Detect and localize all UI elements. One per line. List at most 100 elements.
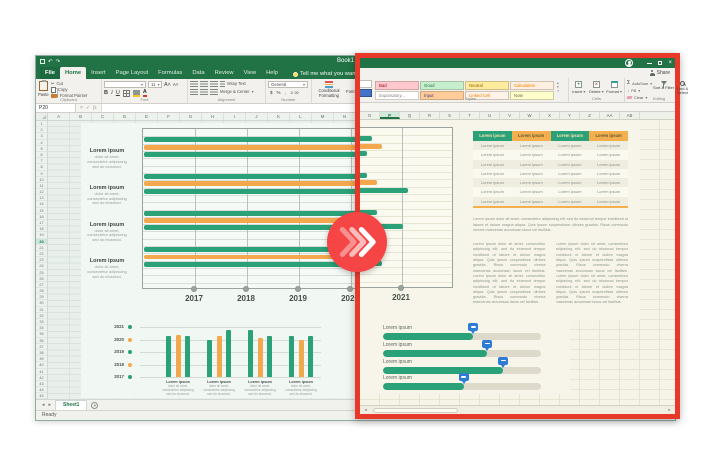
cell-style-neutral[interactable]: Neutral xyxy=(465,81,509,90)
confirm-entry-icon[interactable]: ✓ xyxy=(86,105,90,111)
menu-tab-file[interactable]: File xyxy=(40,67,60,79)
sort-filter-button[interactable]: Sort & Filter xyxy=(653,79,674,96)
align-top-icon[interactable] xyxy=(190,81,198,87)
menu-tab-data[interactable]: Data xyxy=(187,67,209,79)
conditional-formatting-button[interactable]: Conditional Formatting xyxy=(314,80,344,97)
delete-cells-button[interactable]: × Delete ▾ xyxy=(589,79,605,96)
gallery-more-icon[interactable]: ≡ xyxy=(557,89,559,93)
sheet-tab[interactable]: Sheet1 xyxy=(55,400,88,410)
save-icon[interactable] xyxy=(40,59,45,64)
font-size-select[interactable]: 11 ▾ xyxy=(148,81,162,88)
column-header-W[interactable]: W xyxy=(520,112,540,119)
paste-button[interactable]: Paste xyxy=(38,80,49,97)
row-header-45[interactable]: 45 xyxy=(36,393,47,399)
formula-bar-after[interactable] xyxy=(360,103,675,112)
column-header-K[interactable]: K xyxy=(268,113,290,120)
column-header-G[interactable]: G xyxy=(180,113,202,120)
menu-tab-page-layout[interactable]: Page Layout xyxy=(111,67,154,79)
column-header-A[interactable]: A xyxy=(48,113,70,120)
column-header-Y[interactable]: Y xyxy=(560,112,580,119)
bold-icon[interactable]: B xyxy=(104,90,108,96)
column-header-O[interactable]: O xyxy=(360,112,380,119)
find-select-button[interactable]: Find & Select xyxy=(674,79,691,96)
column-header-F[interactable]: F xyxy=(158,113,180,120)
menu-tab-formulas[interactable]: Formulas xyxy=(153,67,187,79)
column-header-P[interactable]: P xyxy=(380,112,400,119)
column-header-B[interactable]: B xyxy=(70,113,92,120)
column-header-M[interactable]: M xyxy=(312,113,334,120)
menu-tab-home[interactable]: Home xyxy=(60,67,87,79)
align-middle-icon[interactable] xyxy=(200,81,208,87)
borders-icon[interactable] xyxy=(122,89,130,97)
select-all-corner[interactable] xyxy=(36,113,48,120)
format-cells-button[interactable]: Format ▾ xyxy=(606,79,622,96)
insert-cells-button[interactable]: + Insert ▾ xyxy=(571,79,587,96)
column-chart-object[interactable]: 2021 2020 2019 2018 2017 Lorem ipsum dolor sit… xyxy=(106,323,331,399)
column-header-D[interactable]: D xyxy=(114,113,136,120)
align-bottom-icon[interactable] xyxy=(210,81,218,87)
scrollbar-thumb[interactable] xyxy=(373,407,458,413)
menu-tab-review[interactable]: Review xyxy=(210,67,239,79)
italic-icon[interactable]: I xyxy=(111,90,113,96)
column-header-AA[interactable]: AA xyxy=(600,112,620,119)
cancel-entry-icon[interactable]: × xyxy=(80,105,83,111)
currency-icon[interactable]: $ xyxy=(270,90,273,96)
merge-center-button[interactable]: Merge & Center ▾ xyxy=(220,89,254,95)
column-header-T[interactable]: T xyxy=(460,112,480,119)
align-right-icon[interactable] xyxy=(210,88,218,95)
scroll-left-icon[interactable]: ◂ xyxy=(361,406,370,414)
cell-style-partial-white[interactable] xyxy=(360,80,372,88)
column-header-Z[interactable]: Z xyxy=(580,112,600,119)
close-icon[interactable]: × xyxy=(668,60,672,66)
column-header-N[interactable]: N xyxy=(334,113,356,120)
grow-font-icon[interactable]: A˄ xyxy=(164,82,171,88)
sheet-area-after[interactable]: 20172018201920202021Lorem ipsumdolor sit… xyxy=(360,120,675,405)
column-header-R[interactable]: R xyxy=(420,112,440,119)
autosum-button[interactable]: Σ AutoSum ▾ xyxy=(627,81,653,87)
comma-icon[interactable]: , xyxy=(285,90,286,96)
sheet-nav-right-icon[interactable]: ▸ xyxy=(49,402,52,408)
column-header-C[interactable]: C xyxy=(92,113,114,120)
column-header-Q[interactable]: Q xyxy=(400,112,420,119)
align-center-icon[interactable] xyxy=(200,88,208,95)
progress-marker-pin[interactable] xyxy=(468,323,479,334)
progress-marker-pin[interactable] xyxy=(482,339,493,351)
sheet-nav-left-icon[interactable]: ◂ xyxy=(42,402,45,408)
column-header-AB[interactable]: AB xyxy=(620,112,640,119)
cell-style-partial-blue[interactable] xyxy=(360,89,372,97)
fill-button[interactable]: ↓ Fill ▾ xyxy=(627,88,653,94)
font-name-select[interactable]: ▾ xyxy=(104,81,146,88)
minimize-icon[interactable] xyxy=(647,62,653,64)
title-bar-after[interactable]: × xyxy=(360,58,675,68)
shrink-font-icon[interactable]: A˅ xyxy=(173,82,179,88)
add-sheet-icon[interactable]: + xyxy=(91,401,99,409)
percent-icon[interactable]: % xyxy=(277,90,281,96)
redo-icon[interactable]: ↷ xyxy=(56,59,61,65)
progress-bars-object[interactable]: Lorem ipsum Lorem ipsum Lorem ipsum Lorem i… xyxy=(360,120,675,405)
maximize-icon[interactable] xyxy=(658,61,663,65)
menu-tab-view[interactable]: View xyxy=(239,67,261,79)
align-left-icon[interactable] xyxy=(190,88,198,95)
font-color-icon[interactable]: A xyxy=(142,89,147,97)
account-avatar[interactable] xyxy=(625,59,633,67)
menu-tab-help[interactable]: Help xyxy=(261,67,283,79)
progress-marker-pin[interactable] xyxy=(498,356,509,368)
scroll-right-icon[interactable]: ▸ xyxy=(665,406,674,414)
cell-style-good[interactable]: Good xyxy=(420,81,464,90)
column-header-L[interactable]: L xyxy=(290,113,312,120)
insert-function-icon[interactable]: fx xyxy=(93,106,97,111)
column-header-V[interactable]: V xyxy=(500,112,520,119)
cell-style-bad[interactable]: Bad xyxy=(375,81,419,90)
underline-icon[interactable]: U xyxy=(116,90,120,96)
share-button[interactable]: Share xyxy=(649,70,670,76)
cell-style-calculation[interactable]: Calculation xyxy=(510,81,554,90)
menu-tab-insert[interactable]: Insert xyxy=(86,67,111,79)
column-header-S[interactable]: S xyxy=(440,112,460,119)
fill-color-icon[interactable] xyxy=(132,89,140,97)
wrap-text-button[interactable]: Wrap Text xyxy=(220,81,246,87)
column-header-H[interactable]: H xyxy=(202,113,224,120)
decimal-icons[interactable]: .0 .00 xyxy=(290,90,299,96)
column-header-U[interactable]: U xyxy=(480,112,500,119)
name-box[interactable]: P20 xyxy=(36,104,76,112)
undo-icon[interactable]: ↶ xyxy=(48,59,53,65)
